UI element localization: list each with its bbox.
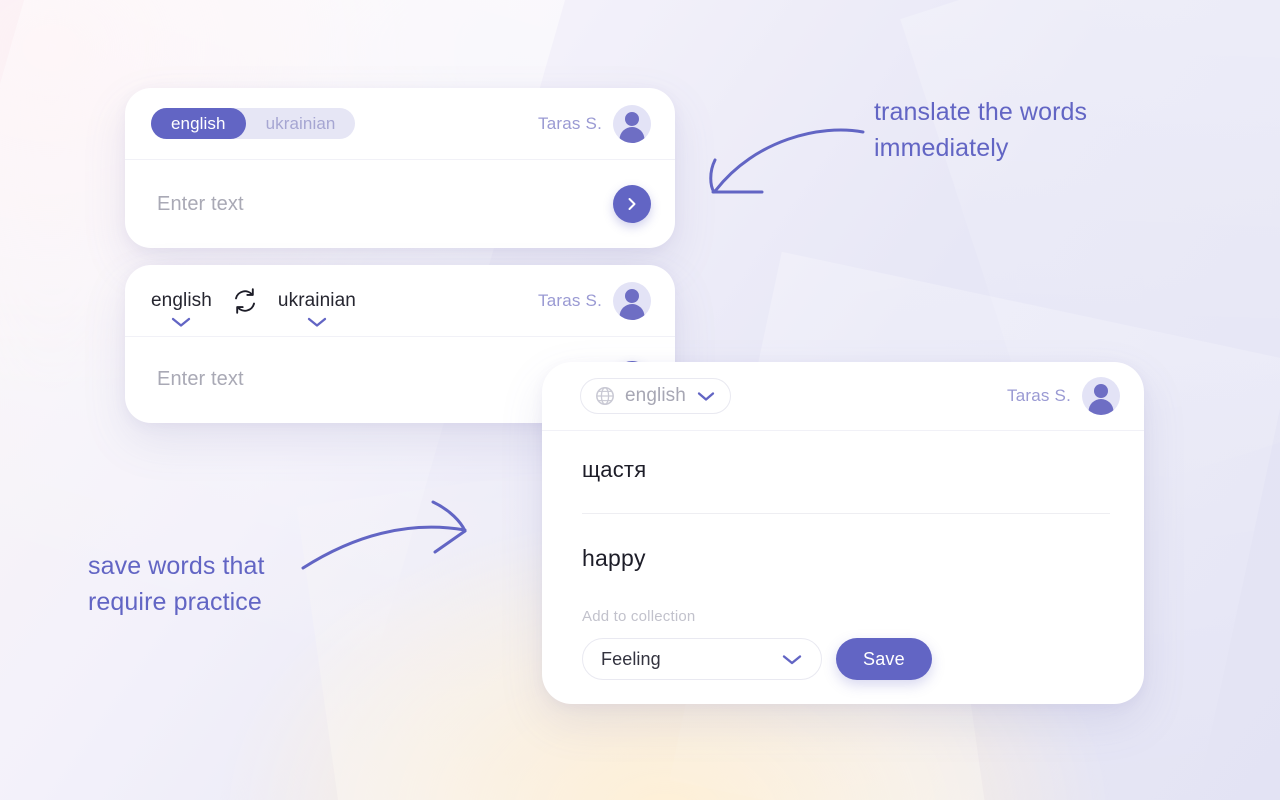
- language-toggle-option-active[interactable]: english: [151, 108, 246, 139]
- user-avatar-icon[interactable]: [613, 104, 651, 143]
- collection-select[interactable]: Feeling: [582, 638, 822, 680]
- user-block[interactable]: Taras S.: [538, 281, 651, 320]
- user-name: Taras S.: [1007, 386, 1071, 405]
- translated-word-text: happy: [582, 545, 646, 571]
- target-language-select[interactable]: ukrainian: [277, 289, 356, 327]
- word-divider: [582, 513, 1110, 514]
- word-card-header: english Taras S.: [542, 362, 1144, 431]
- target-language-label: ukrainian: [277, 289, 356, 311]
- card-dropdowns-header: english ukrainian Taras S.: [125, 265, 675, 337]
- card-toggle-header: english ukrainian Taras S.: [125, 88, 675, 160]
- source-language-label: english: [151, 289, 212, 311]
- chevron-down-icon[interactable]: [170, 316, 192, 328]
- translate-card-toggle: english ukrainian Taras S. Enter text: [125, 88, 675, 248]
- submit-translate-button[interactable]: [613, 185, 651, 223]
- language-toggle[interactable]: english ukrainian: [151, 108, 356, 139]
- chevron-right-icon: [628, 198, 636, 210]
- add-to-collection-label: Add to collection: [582, 608, 696, 625]
- curved-arrow-down-left-icon: [709, 128, 865, 194]
- word-content-area: щастя happy Add to collection Feeling Sa…: [542, 431, 1144, 680]
- user-block[interactable]: Taras S.: [1007, 377, 1120, 415]
- word-detail-card: english Taras S. щастя happy Add to coll…: [542, 362, 1144, 704]
- user-name: Taras S.: [538, 290, 602, 310]
- language-pill-select[interactable]: english: [580, 378, 731, 414]
- language-toggle-option-inactive[interactable]: ukrainian: [246, 108, 356, 139]
- annotation-save-text: save words that require practice: [88, 552, 265, 616]
- card-toggle-body: Enter text: [125, 160, 675, 248]
- language-pill-label: english: [625, 385, 686, 406]
- source-word-text: щастя: [582, 457, 647, 482]
- chevron-down-icon[interactable]: [696, 390, 716, 402]
- curved-arrow-right-icon: [301, 500, 467, 570]
- annotation-translate-text: translate the words immediately: [874, 98, 1088, 162]
- chevron-down-icon[interactable]: [781, 653, 803, 666]
- globe-icon: [596, 387, 614, 405]
- save-button[interactable]: Save: [836, 638, 932, 680]
- chevron-down-icon[interactable]: [306, 316, 328, 328]
- source-language-select[interactable]: english: [151, 289, 212, 327]
- collection-row: Feeling Save: [582, 638, 1110, 680]
- user-avatar-icon[interactable]: [613, 281, 651, 320]
- user-avatar-icon[interactable]: [1082, 377, 1120, 415]
- collection-select-value: Feeling: [601, 648, 661, 669]
- user-name: Taras S.: [538, 113, 602, 133]
- swap-languages-icon[interactable]: [230, 286, 260, 316]
- translate-input-placeholder[interactable]: Enter text: [157, 193, 613, 216]
- user-block[interactable]: Taras S.: [538, 104, 651, 143]
